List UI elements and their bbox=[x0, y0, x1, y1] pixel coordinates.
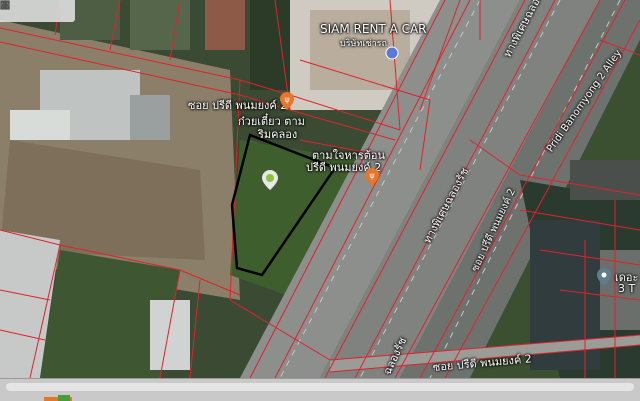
map-imagery bbox=[0, 0, 640, 378]
tool-erase-icon[interactable] bbox=[0, 0, 75, 18]
svg-text:ψ: ψ bbox=[369, 171, 374, 180]
building-marker-icon[interactable] bbox=[597, 268, 611, 286]
car-rental-marker-icon[interactable] bbox=[385, 46, 399, 60]
bottom-bar bbox=[0, 378, 640, 401]
satellite-map[interactable]: ซอย ปรีดี พนมยงค์ 2 ก๋วยเตี๋ยว ตาม ริมคล… bbox=[0, 0, 640, 378]
bottom-right-poi-label-2: 3 T bbox=[618, 282, 636, 295]
tool-rect-icon[interactable] bbox=[0, 1, 31, 18]
tool-marker-icon[interactable] bbox=[2, 2, 60, 18]
tool-circle-icon[interactable] bbox=[0, 0, 46, 18]
siam-rent-label: SIAM RENT A CAR bbox=[320, 22, 427, 36]
restaurant-marker-icon-2[interactable]: ψ bbox=[365, 168, 379, 186]
horizontal-scrollbar[interactable] bbox=[6, 383, 634, 391]
bottom-tab-green[interactable] bbox=[58, 395, 70, 401]
selected-location-pin-icon[interactable] bbox=[262, 170, 278, 190]
restaurant-marker-icon[interactable]: ψ bbox=[280, 92, 294, 110]
siam-rent-th-label: บริษัทเช่ารถ bbox=[340, 39, 387, 49]
poi-noodle-label-2: ริมคลอง bbox=[258, 128, 298, 141]
drawing-toolbar bbox=[0, 0, 75, 22]
svg-text:ψ: ψ bbox=[284, 95, 289, 104]
